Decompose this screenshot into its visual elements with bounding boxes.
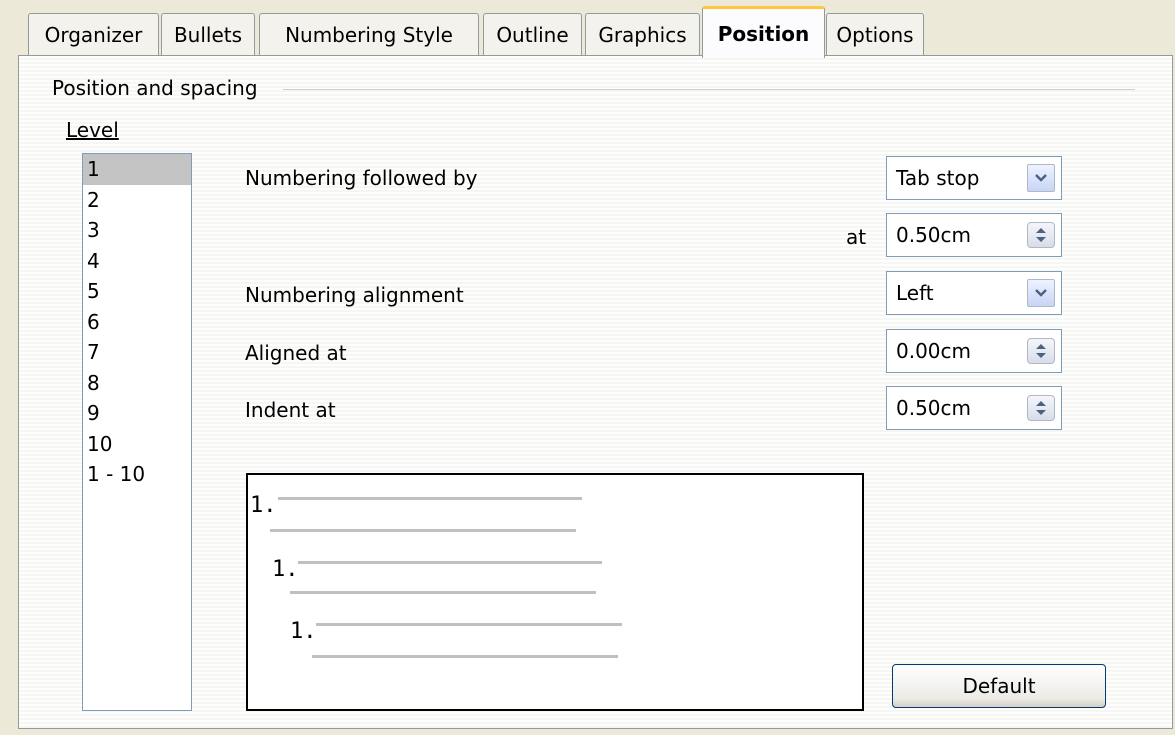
level-list-item[interactable]: 9 [83, 398, 191, 429]
chevron-down-icon[interactable] [1027, 164, 1055, 192]
tab-outline[interactable]: Outline [483, 13, 582, 55]
level-list-item[interactable]: 5 [83, 276, 191, 307]
tab-numbering-style[interactable]: Numbering Style [259, 13, 479, 55]
preview-line [278, 497, 582, 500]
tab-organizer[interactable]: Organizer [28, 13, 159, 55]
tab-graphics[interactable]: Graphics [585, 13, 700, 55]
chevron-down-icon[interactable] [1027, 279, 1055, 307]
preview-number-level-3: 1. [290, 619, 317, 644]
at-value: 0.50cm [896, 223, 972, 247]
section-separator [283, 89, 1135, 90]
level-list-item[interactable]: 7 [83, 337, 191, 368]
numbering-followed-by-label: Numbering followed by [245, 166, 478, 190]
level-label: Level [66, 118, 119, 142]
level-list-item[interactable]: 2 [83, 185, 191, 216]
preview-number-level-2: 1. [272, 557, 299, 582]
indent-at-spinbox[interactable]: 0.50cm [886, 386, 1062, 430]
at-label: at [846, 225, 867, 249]
at-spinbox[interactable]: 0.50cm [886, 213, 1062, 257]
indent-at-value: 0.50cm [896, 396, 972, 420]
spin-up-down-icon[interactable] [1027, 222, 1055, 248]
preview-number-level-1: 1. [250, 493, 277, 518]
preview-line [290, 591, 596, 594]
spin-up-down-icon[interactable] [1027, 338, 1055, 364]
aligned-at-spinbox[interactable]: 0.00cm [886, 329, 1062, 373]
numbering-preview: 1. 1. 1. [246, 473, 864, 711]
aligned-at-label: Aligned at [245, 341, 347, 365]
indent-at-label: Indent at [245, 398, 336, 422]
tab-options[interactable]: Options [826, 13, 924, 55]
numbering-alignment-value: Left [896, 281, 934, 305]
level-list-item[interactable]: 3 [83, 215, 191, 246]
default-button[interactable]: Default [892, 664, 1106, 708]
section-title: Position and spacing [52, 76, 258, 100]
preview-line [298, 561, 602, 564]
level-list-item[interactable]: 8 [83, 368, 191, 399]
tab-bullets[interactable]: Bullets [161, 13, 255, 55]
level-list-item[interactable]: 1 - 10 [83, 459, 191, 490]
level-list-item[interactable]: 4 [83, 246, 191, 277]
preview-line [270, 529, 576, 532]
numbering-followed-by-dropdown[interactable]: Tab stop [886, 156, 1062, 200]
numbering-alignment-dropdown[interactable]: Left [886, 271, 1062, 315]
level-label-text: Level [66, 118, 119, 142]
level-list-item[interactable]: 10 [83, 429, 191, 460]
preview-line [312, 655, 618, 658]
level-list-item[interactable]: 6 [83, 307, 191, 338]
tab-position[interactable]: Position [702, 6, 825, 58]
level-list-item[interactable]: 1 [83, 154, 191, 185]
aligned-at-value: 0.00cm [896, 339, 972, 363]
numbering-alignment-label: Numbering alignment [245, 283, 464, 307]
preview-line [316, 623, 622, 626]
numbering-followed-by-value: Tab stop [896, 166, 980, 190]
spin-up-down-icon[interactable] [1027, 395, 1055, 421]
level-listbox[interactable]: 1 2 3 4 5 6 7 8 9 10 1 - 10 [82, 153, 192, 711]
